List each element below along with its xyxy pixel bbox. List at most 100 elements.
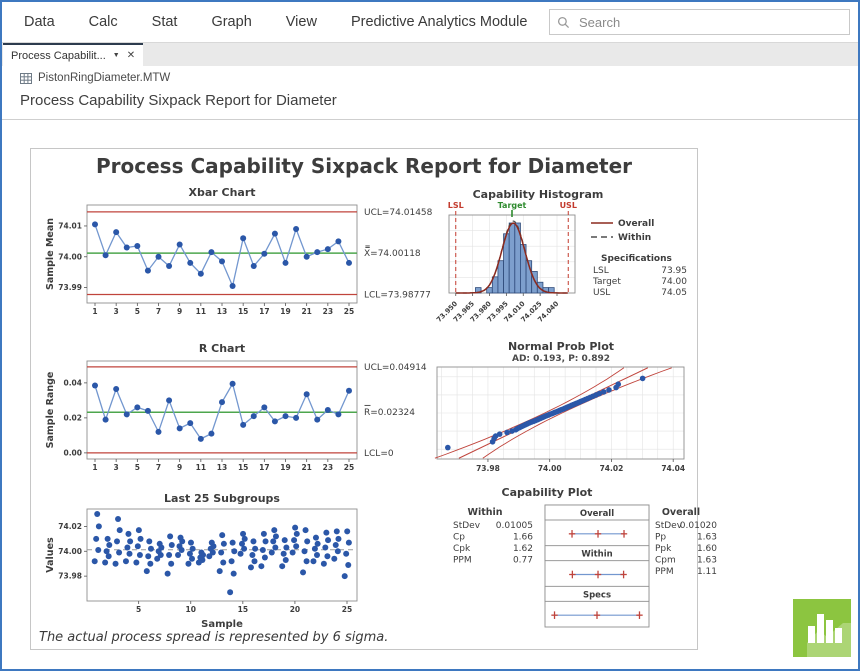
search-input[interactable] [577,14,842,31]
search-box[interactable] [549,9,850,35]
svg-text:19: 19 [280,463,290,472]
svg-text:Cpm: Cpm [655,556,676,566]
svg-text:15: 15 [238,463,248,472]
capability-plot: Capability PlotOverallWithinSpecsWithinS… [427,485,717,635]
svg-text:Overall: Overall [580,509,614,519]
svg-text:Ppk: Ppk [655,544,672,554]
svg-text:Target: Target [592,277,621,287]
tab-bar: Process Capabilit... ▼ ✕ [2,43,858,66]
r-chart: R Chart0.000.020.04135791113151719212325… [39,339,439,487]
svg-text:1.60: 1.60 [697,544,717,554]
svg-text:AD: 0.193, P: 0.892: AD: 0.193, P: 0.892 [512,354,610,364]
svg-text:Overall: Overall [618,219,654,229]
svg-text:23: 23 [323,307,333,316]
svg-text:R Chart: R Chart [199,342,245,355]
menu-item-predictive-analytics-module[interactable]: Predictive Analytics Module [351,14,528,30]
tab-process-capability[interactable]: Process Capabilit... ▼ ✕ [3,43,143,66]
capability-histogram: Capability HistogramLSLUSLTarget73.95073… [433,185,693,335]
svg-text:Specifications: Specifications [601,254,672,264]
svg-text:StDev: StDev [453,521,481,531]
menu-item-graph[interactable]: Graph [211,14,251,30]
minitab-logo-icon[interactable] [793,599,851,657]
svg-text:19: 19 [280,307,290,316]
svg-text:74.00: 74.00 [538,464,562,473]
menu-item-data[interactable]: Data [24,14,55,30]
svg-text:74.00: 74.00 [58,547,82,556]
svg-text:1.63: 1.63 [697,533,717,543]
normal-prob-plot: Normal Prob PlotAD: 0.193, P: 0.892 73.98… [427,339,717,484]
svg-text:73.98: 73.98 [58,572,82,581]
divider [2,119,858,120]
svg-text:0.00: 0.00 [63,448,82,457]
svg-text:1.11: 1.11 [697,567,717,577]
svg-text:R=0.02324: R=0.02324 [364,408,415,418]
svg-text:Capability Histogram: Capability Histogram [473,188,604,201]
worksheet-name: PistonRingDiameter.MTW [38,72,170,84]
svg-text:11: 11 [196,463,206,472]
svg-text:0.77: 0.77 [513,556,533,566]
worksheet-row[interactable]: PistonRingDiameter.MTW [20,72,170,84]
svg-text:LSL: LSL [593,266,609,276]
svg-text:5: 5 [136,605,141,614]
svg-text:Normal Prob Plot: Normal Prob Plot [508,340,614,353]
svg-text:Sample: Sample [201,619,243,630]
menu-item-stat[interactable]: Stat [152,14,178,30]
svg-text:Capability Plot: Capability Plot [502,486,593,499]
svg-text:StDev: StDev [655,521,683,531]
svg-text:17: 17 [259,463,269,472]
svg-text:25: 25 [342,605,352,614]
svg-text:Cp: Cp [453,533,465,543]
svg-text:0.04: 0.04 [63,378,82,387]
svg-text:74.05: 74.05 [661,288,687,298]
bar-chart-icon [793,599,851,657]
svg-text:74.00: 74.00 [661,277,687,287]
svg-text:LCL=73.98777: LCL=73.98777 [364,290,431,300]
svg-text:UCL=0.04914: UCL=0.04914 [364,363,427,373]
svg-text:=: = [365,243,371,251]
svg-text:21: 21 [301,307,311,316]
menu-item-calc[interactable]: Calc [89,14,118,30]
svg-text:Target: Target [498,201,527,210]
svg-text:3: 3 [114,463,119,472]
menu-bar: Data Calc Stat Graph View Predictive Analytic… [2,2,858,43]
svg-text:USL: USL [593,288,610,298]
svg-text:Sample Range: Sample Range [45,372,56,449]
chevron-down-icon[interactable]: ▼ [113,52,120,59]
app-window: Data Calc Stat Graph View Predictive Analytic… [0,0,860,671]
svg-text:7: 7 [156,463,161,472]
menu-item-view[interactable]: View [286,14,317,30]
report-footnote: The actual process spread is represented… [39,630,388,645]
svg-text:0.02: 0.02 [63,413,82,422]
svg-text:74.02: 74.02 [58,522,82,531]
svg-text:25: 25 [344,463,354,472]
svg-text:20: 20 [290,605,300,614]
svg-text:Sample Mean: Sample Mean [45,218,56,290]
svg-text:74.00: 74.00 [58,252,82,261]
svg-text:74.02: 74.02 [600,464,624,473]
svg-text:23: 23 [323,463,333,472]
menu-items: Data Calc Stat Graph View Predictive Analytic… [24,2,527,42]
close-icon[interactable]: ✕ [127,50,135,61]
page-title: Process Capability Sixpack Report for Di… [20,92,337,109]
svg-text:1: 1 [92,463,97,472]
svg-text:USL: USL [560,201,577,210]
report-canvas: Process Capability Sixpack Report for Di… [30,148,698,650]
svg-text:PPM: PPM [655,567,674,577]
svg-text:Pp: Pp [655,533,666,543]
worksheet-grid-icon [20,73,32,84]
svg-text:1: 1 [92,307,97,316]
xbar-chart: Xbar Chart73.9974.0074.01135791113151719… [39,183,439,331]
svg-text:UCL=74.01458: UCL=74.01458 [364,208,433,218]
svg-text:0.01020: 0.01020 [680,521,717,531]
svg-text:Overall: Overall [662,507,700,518]
tab-label: Process Capabilit... [11,50,106,62]
svg-text:13: 13 [217,307,227,316]
svg-text:Within: Within [467,507,502,518]
svg-text:3: 3 [114,307,119,316]
svg-text:73.95: 73.95 [661,266,687,276]
svg-text:73.98: 73.98 [476,464,500,473]
svg-text:25: 25 [344,307,354,316]
svg-text:5: 5 [135,463,140,472]
svg-text:LCL=0: LCL=0 [364,449,394,459]
svg-text:Xbar Chart: Xbar Chart [188,186,255,199]
